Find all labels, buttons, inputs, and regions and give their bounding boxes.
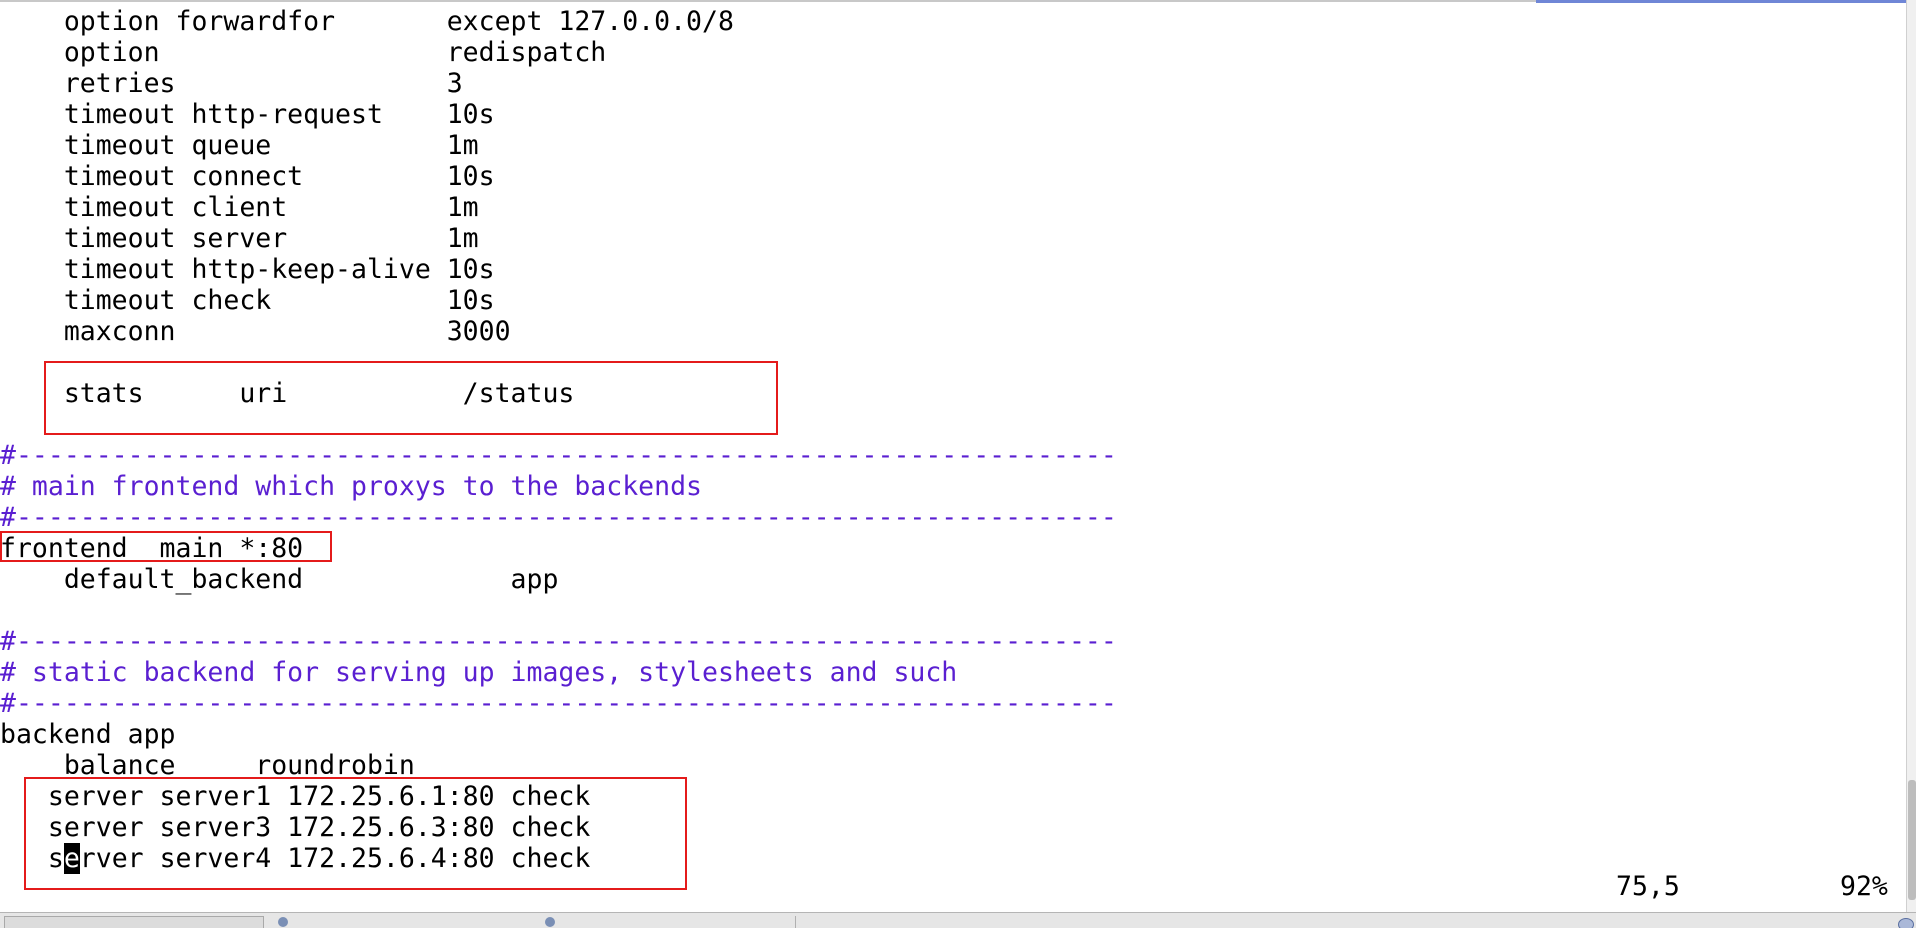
code-line: timeout check 10s	[0, 285, 495, 316]
comment-line: #---------------------------------------…	[0, 688, 1117, 719]
code-line: option forwardfor except 127.0.0.0/8	[0, 6, 734, 37]
line-text: option forwardfor except 127.0.0.0/8	[0, 6, 734, 37]
line-text: #---------------------------------------…	[0, 502, 1117, 533]
comment-line: #---------------------------------------…	[0, 440, 1117, 471]
code-line: maxconn 3000	[0, 316, 511, 347]
line-text: timeout queue 1m	[0, 130, 479, 161]
line-text: retries 3	[0, 68, 463, 99]
taskbar-button-terminal[interactable]	[4, 916, 264, 928]
code-line: timeout connect 10s	[0, 161, 495, 192]
comment-line: #---------------------------------------…	[0, 502, 1117, 533]
line-text: timeout connect 10s	[0, 161, 495, 192]
line-text: option redispatch	[0, 37, 607, 68]
line-text: backend app	[0, 719, 176, 750]
line-text: timeout client 1m	[0, 192, 479, 223]
taskbar-separator	[795, 916, 796, 928]
line-text: timeout http-request 10s	[0, 99, 495, 130]
taskbar	[0, 912, 1916, 928]
scroll-percent: 92%	[1840, 871, 1888, 902]
line-text: timeout server 1m	[0, 223, 479, 254]
vim-terminal-window[interactable]: option forwardfor except 127.0.0.0/8 opt…	[0, 0, 1916, 928]
code-line: timeout queue 1m	[0, 130, 479, 161]
code-line: retries 3	[0, 68, 463, 99]
browser-icon	[545, 917, 555, 927]
code-line: default_backend app	[0, 564, 559, 595]
code-line: option redispatch	[0, 37, 606, 68]
code-line: timeout http-keep-alive 10s	[0, 254, 495, 285]
code-line: timeout http-request 10s	[0, 99, 495, 130]
line-text: default_backend app	[0, 564, 559, 595]
comment-line: # main frontend which proxys to the back…	[0, 471, 702, 502]
highlight-box-stats	[44, 361, 778, 435]
code-line: backend app	[0, 719, 176, 750]
terminal-icon	[278, 917, 288, 927]
line-text: # static backend for serving up images, …	[0, 657, 958, 688]
highlight-box-servers	[24, 777, 687, 890]
comment-line: # static backend for serving up images, …	[0, 657, 957, 688]
vertical-scrollbar[interactable]	[1906, 0, 1916, 912]
network-icon[interactable]	[1898, 918, 1914, 928]
code-line: timeout client 1m	[0, 192, 479, 223]
cursor-position-ruler: 75,5	[1616, 871, 1680, 902]
line-text: timeout check 10s	[0, 285, 495, 316]
line-text: #---------------------------------------…	[0, 440, 1117, 471]
text-editor-buffer[interactable]: option forwardfor except 127.0.0.0/8 opt…	[0, 0, 1906, 910]
scrollbar-thumb[interactable]	[1908, 780, 1916, 900]
line-text: #---------------------------------------…	[0, 626, 1117, 657]
line-text: #---------------------------------------…	[0, 688, 1117, 719]
line-text: maxconn 3000	[0, 316, 511, 347]
comment-line: #---------------------------------------…	[0, 626, 1117, 657]
line-text: # main frontend which proxys to the back…	[0, 471, 702, 502]
code-line: timeout server 1m	[0, 223, 479, 254]
line-text: timeout http-keep-alive 10s	[0, 254, 495, 285]
highlight-box-frontend	[0, 531, 332, 562]
